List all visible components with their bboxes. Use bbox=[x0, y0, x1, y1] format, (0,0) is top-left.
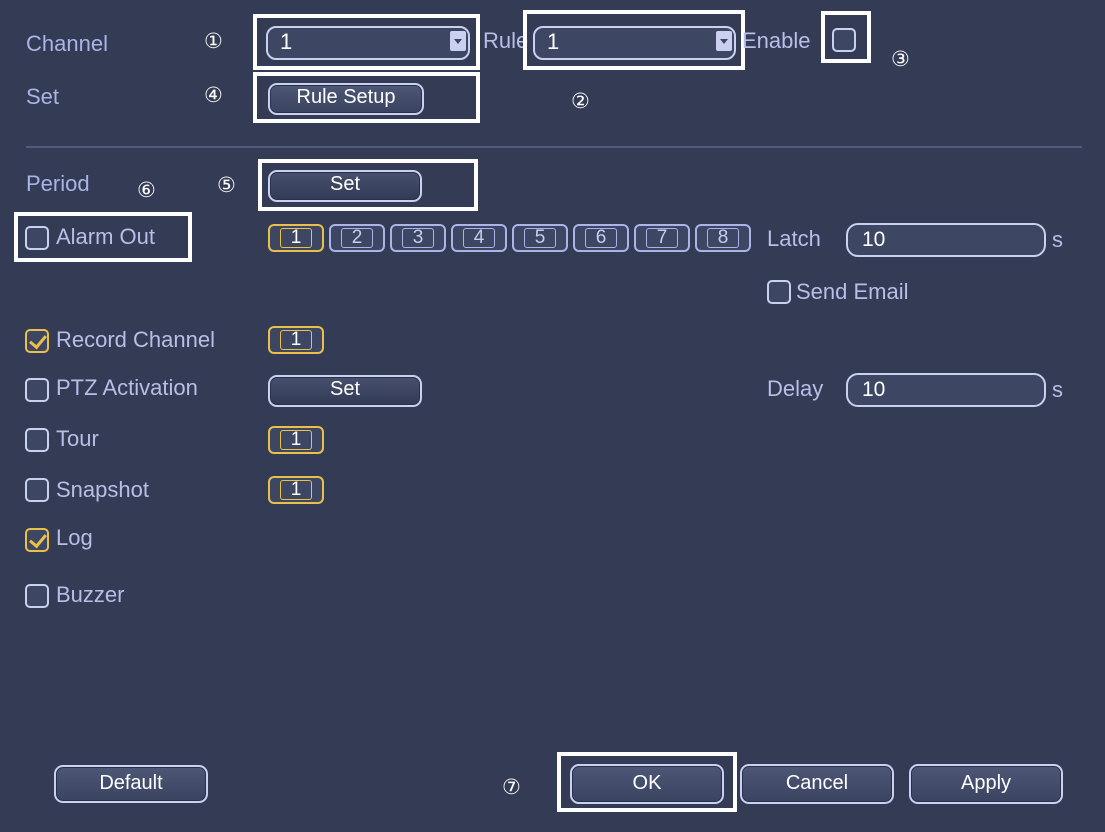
event-settings-panel: Channel ① 1 Rule 1 Enable ③ Set ④ Rule S… bbox=[0, 0, 1105, 832]
alarm-channel-8[interactable]: 8 bbox=[695, 224, 751, 252]
send-email-label: Send Email bbox=[796, 279, 909, 304]
tour-channel-1[interactable]: 1 bbox=[268, 426, 324, 454]
callout-box-ok bbox=[557, 752, 737, 812]
callout-5: ⑤ bbox=[217, 174, 236, 197]
callout-7: ⑦ bbox=[502, 776, 521, 799]
snapshot-checkbox[interactable] bbox=[25, 478, 49, 502]
enable-label: Enable bbox=[742, 28, 811, 53]
section-divider bbox=[26, 146, 1082, 148]
buzzer-checkbox[interactable] bbox=[25, 584, 49, 608]
latch-input[interactable]: 10 bbox=[846, 223, 1046, 257]
ptz-activation-label: PTZ Activation bbox=[56, 375, 198, 400]
channel-label: Channel bbox=[26, 31, 108, 56]
latch-label: Latch bbox=[767, 226, 821, 251]
callout-1: ① bbox=[204, 30, 223, 53]
delay-input[interactable]: 10 bbox=[846, 373, 1046, 407]
apply-button[interactable]: Apply bbox=[909, 764, 1063, 804]
callout-box-rule bbox=[523, 10, 745, 70]
snapshot-label: Snapshot bbox=[56, 477, 149, 502]
log-label: Log bbox=[56, 525, 93, 550]
callout-3: ③ bbox=[891, 48, 910, 71]
alarm-channel-3[interactable]: 3 bbox=[390, 224, 446, 252]
delay-label: Delay bbox=[767, 376, 824, 401]
callout-4: ④ bbox=[204, 84, 223, 107]
callout-box-period bbox=[258, 159, 478, 211]
callout-box-channel bbox=[253, 14, 480, 70]
log-checkbox[interactable] bbox=[25, 528, 49, 552]
rule-label: Rule bbox=[483, 28, 529, 53]
alarm-channel-4[interactable]: 4 bbox=[451, 224, 507, 252]
callout-6: ⑥ bbox=[137, 179, 156, 202]
buzzer-label: Buzzer bbox=[56, 582, 125, 607]
callout-2: ② bbox=[571, 90, 590, 113]
ptz-activation-checkbox[interactable] bbox=[25, 378, 49, 402]
cancel-button[interactable]: Cancel bbox=[740, 764, 894, 804]
delay-unit: s bbox=[1052, 377, 1063, 402]
callout-box-enable bbox=[821, 11, 871, 63]
set-label: Set bbox=[26, 84, 60, 109]
period-label: Period bbox=[26, 171, 90, 196]
default-button[interactable]: Default bbox=[54, 765, 208, 803]
alarm-channel-2[interactable]: 2 bbox=[329, 224, 385, 252]
tour-label: Tour bbox=[56, 426, 99, 451]
ptz-set-button[interactable]: Set bbox=[268, 375, 422, 407]
record-channel-checkbox[interactable] bbox=[25, 329, 49, 353]
alarm-channel-1[interactable]: 1 bbox=[268, 224, 324, 252]
latch-unit: s bbox=[1052, 227, 1063, 252]
snapshot-channel-1[interactable]: 1 bbox=[268, 476, 324, 504]
send-email-checkbox[interactable] bbox=[767, 280, 791, 304]
alarm-channel-7[interactable]: 7 bbox=[634, 224, 690, 252]
callout-box-rule-setup bbox=[253, 72, 480, 123]
record-channel-label: Record Channel bbox=[56, 327, 215, 352]
alarm-channel-5[interactable]: 5 bbox=[512, 224, 568, 252]
record-channel-1[interactable]: 1 bbox=[268, 326, 324, 354]
tour-checkbox[interactable] bbox=[25, 428, 49, 452]
callout-box-alarm-out bbox=[14, 212, 192, 262]
alarm-channel-6[interactable]: 6 bbox=[573, 224, 629, 252]
